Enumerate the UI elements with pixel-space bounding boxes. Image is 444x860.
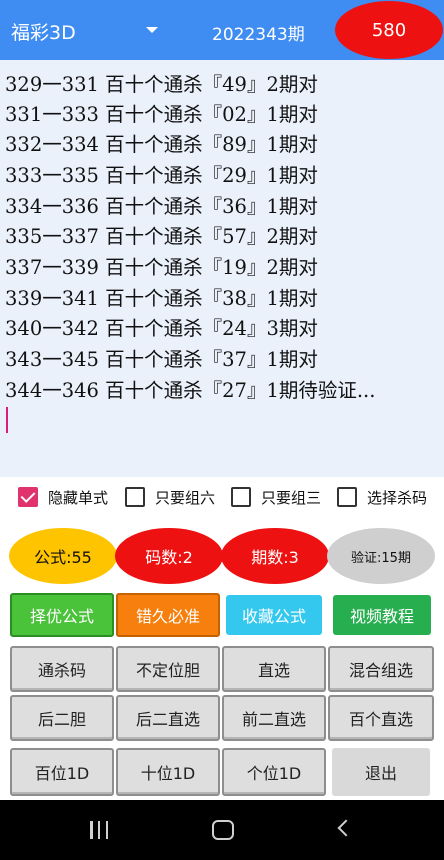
home-icon[interactable] (212, 820, 234, 840)
non-position-button[interactable]: 不定位胆 (116, 646, 220, 692)
result-line: 340一342 百十个通杀『24』3期对 (5, 317, 318, 340)
hundreds-1d-button[interactable]: 百位1D (10, 748, 114, 796)
option-label: 隐藏单式 (48, 488, 109, 507)
result-line: 331一333 百十个通杀『02』1期对 (5, 103, 318, 126)
period-label: 2022343期 (212, 25, 305, 45)
wrong-long-button[interactable]: 错久必准 (116, 593, 220, 637)
option-label: 只要组六 (155, 488, 216, 507)
option-label: 选择杀码 (367, 488, 428, 507)
text-cursor (6, 407, 8, 433)
rear-two-dan-button[interactable]: 后二胆 (10, 695, 114, 741)
checkbox-icon[interactable] (231, 487, 251, 507)
result-line: 332一334 百十个通杀『89』1期对 (5, 133, 318, 156)
dropdown-caret-icon[interactable] (146, 27, 158, 33)
exit-button[interactable]: 退出 (332, 748, 430, 796)
result-line: 333一335 百十个通杀『29』1期对 (5, 164, 318, 187)
checkbox-icon[interactable] (337, 487, 357, 507)
option-label: 只要组三 (261, 488, 322, 507)
front-two-direct-button[interactable]: 前二直选 (222, 695, 326, 741)
option-group-three[interactable]: 只要组三 (231, 486, 321, 508)
result-line: 343一345 百十个通杀『37』1期对 (5, 348, 318, 371)
result-line: 329一331 百十个通杀『49』2期对 (5, 73, 318, 96)
system-nav-bar (0, 800, 444, 860)
count-badge[interactable]: 580 (335, 1, 443, 59)
select-formula-button[interactable]: 择优公式 (10, 593, 114, 637)
option-hide-single[interactable]: 隐藏单式 (18, 486, 108, 508)
tens-1d-button[interactable]: 十位1D (116, 748, 220, 796)
result-line: 337一339 百十个通杀『19』2期对 (5, 256, 318, 279)
stats-row: 公式:55 码数:2 期数:3 验证:15期 (0, 517, 444, 595)
checkbox-icon[interactable] (125, 487, 145, 507)
favorite-formula-button[interactable]: 收藏公式 (226, 595, 322, 635)
result-line: 334一336 百十个通杀『36』1期对 (5, 195, 318, 218)
option-group-six[interactable]: 只要组六 (125, 486, 215, 508)
result-line: 344一346 百十个通杀『27』1期待验证... (5, 379, 376, 402)
recent-apps-icon[interactable] (90, 821, 108, 839)
verify-badge[interactable]: 验证:15期 (327, 528, 435, 584)
units-1d-button[interactable]: 个位1D (222, 748, 326, 796)
mixed-group-button[interactable]: 混合组选 (328, 646, 434, 692)
results-panel[interactable]: 329一331 百十个通杀『49』2期对 331一333 百十个通杀『02』1期… (0, 60, 444, 477)
code-count-badge[interactable]: 码数:2 (115, 528, 223, 584)
formula-count-badge[interactable]: 公式:55 (9, 528, 117, 584)
rear-two-direct-button[interactable]: 后二直选 (116, 695, 220, 741)
options-row: 隐藏单式 只要组六 只要组三 选择杀码 (0, 477, 444, 517)
back-icon[interactable] (337, 819, 355, 837)
period-count-badge[interactable]: 期数:3 (221, 528, 329, 584)
hundred-unit-direct-button[interactable]: 百个直选 (328, 695, 434, 741)
result-line: 335一337 百十个通杀『57』2期对 (5, 225, 318, 248)
checkbox-checked-icon[interactable] (18, 487, 38, 507)
result-line: 339一341 百十个通杀『38』1期对 (5, 287, 318, 310)
video-tutorial-button[interactable]: 视频教程 (333, 595, 431, 635)
kill-code-button[interactable]: 通杀码 (10, 646, 114, 692)
app-header: 福彩3D 2022343期 580 (0, 0, 444, 60)
option-select-kill[interactable]: 选择杀码 (337, 486, 427, 508)
direct-select-button[interactable]: 直选 (222, 646, 326, 692)
lottery-select[interactable]: 福彩3D (11, 18, 76, 45)
